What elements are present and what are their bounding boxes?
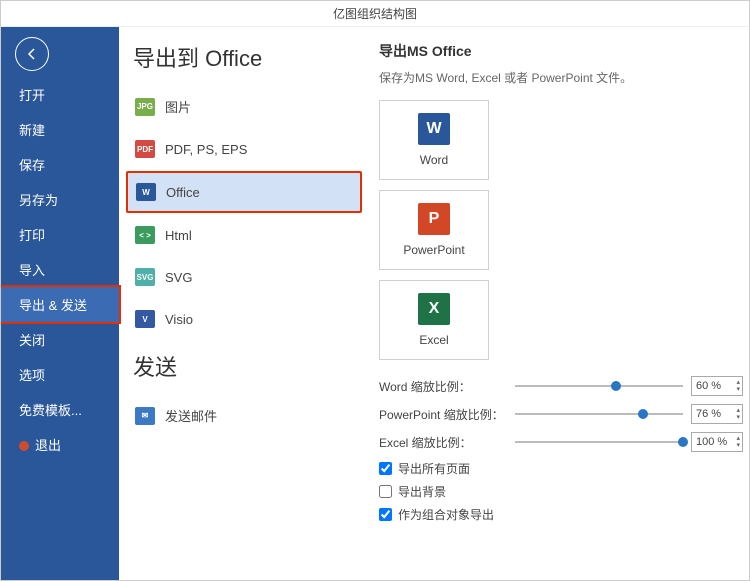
- title-bar: 亿图组织结构图: [1, 1, 749, 27]
- sidebar-item-label: 退出: [35, 438, 61, 453]
- checkbox-label: 作为组合对象导出: [398, 506, 494, 523]
- checkbox[interactable]: [379, 508, 392, 521]
- export-item-label: PDF, PS, EPS: [165, 142, 247, 157]
- spinner-arrows-icon[interactable]: ▴▾: [736, 435, 740, 449]
- export-item-label: Office: [166, 185, 200, 200]
- checkbox[interactable]: [379, 485, 392, 498]
- sidebar-item-label: 打开: [19, 88, 45, 103]
- exit-icon: [19, 441, 29, 451]
- slider-label: Excel 缩放比例：: [379, 434, 507, 451]
- zoom-slider[interactable]: [515, 407, 683, 421]
- detail-heading: 导出MS Office: [379, 41, 743, 61]
- target-word[interactable]: W Word: [379, 100, 489, 180]
- target-label: PowerPoint: [403, 243, 464, 257]
- target-ppt[interactable]: P PowerPoint: [379, 190, 489, 270]
- arrow-left-icon: [24, 46, 40, 62]
- send-item-label: 发送邮件: [165, 406, 217, 425]
- excel-icon: X: [418, 293, 450, 325]
- send-heading: 发送: [133, 350, 367, 382]
- sidebar-item-10[interactable]: 退出: [1, 427, 119, 462]
- slider-label: PowerPoint 缩放比例：: [379, 406, 507, 423]
- spinner-arrows-icon[interactable]: ▴▾: [736, 379, 740, 393]
- sidebar-item-0[interactable]: 打开: [1, 77, 119, 112]
- export-heading: 导出到 Office: [133, 41, 367, 73]
- checkbox-label: 导出背景: [398, 483, 446, 500]
- export-item-label: Visio: [165, 312, 193, 327]
- zoom-value: 100 %: [696, 436, 727, 448]
- visio-icon: V: [135, 310, 155, 328]
- export-column: 导出到 Office JPG 图片 PDF PDF, PS, EPS W Office < …: [119, 27, 367, 580]
- sidebar-item-label: 选项: [19, 368, 45, 383]
- zoom-input[interactable]: 76 % ▴▾: [691, 404, 743, 424]
- zoom-slider[interactable]: [515, 435, 683, 449]
- zoom-input[interactable]: 60 % ▴▾: [691, 376, 743, 396]
- sidebar-item-label: 打印: [19, 228, 45, 243]
- sidebar-item-3[interactable]: 另存为: [1, 182, 119, 217]
- sidebar-item-label: 保存: [19, 158, 45, 173]
- export-item-label: 图片: [165, 97, 191, 116]
- sidebar-item-8[interactable]: 选项: [1, 357, 119, 392]
- export-item-label: Html: [165, 228, 192, 243]
- ppt-icon: P: [418, 203, 450, 235]
- sidebar-item-9[interactable]: 免费模板...: [1, 392, 119, 427]
- sidebar-item-7[interactable]: 关闭: [1, 322, 119, 357]
- back-button[interactable]: [15, 37, 49, 71]
- spinner-arrows-icon[interactable]: ▴▾: [736, 407, 740, 421]
- office-icon: W: [136, 183, 156, 201]
- sidebar-item-label: 关闭: [19, 333, 45, 348]
- export-item-1[interactable]: PDF PDF, PS, EPS: [127, 130, 361, 168]
- target-excel[interactable]: X Excel: [379, 280, 489, 360]
- sidebar-item-4[interactable]: 打印: [1, 217, 119, 252]
- svg-icon: SVG: [135, 268, 155, 286]
- sidebar: 打开新建保存另存为打印导入导出 & 发送关闭选项免费模板... 退出: [1, 27, 119, 580]
- sidebar-item-2[interactable]: 保存: [1, 147, 119, 182]
- slider-label: Word 缩放比例：: [379, 378, 507, 395]
- detail-column: 导出MS Office 保存为MS Word, Excel 或者 PowerPo…: [367, 27, 749, 580]
- sidebar-item-label: 另存为: [19, 193, 58, 208]
- word-icon: W: [418, 113, 450, 145]
- jpg-icon: JPG: [135, 98, 155, 116]
- check-row-1: 导出背景: [379, 483, 743, 500]
- target-label: Excel: [419, 333, 448, 347]
- export-item-label: SVG: [165, 270, 192, 285]
- send-item-0[interactable]: ✉ 发送邮件: [127, 396, 361, 435]
- window-title: 亿图组织结构图: [333, 5, 417, 22]
- check-row-0: 导出所有页面: [379, 460, 743, 477]
- zoom-value: 60 %: [696, 380, 721, 392]
- zoom-value: 76 %: [696, 408, 721, 420]
- sidebar-item-label: 新建: [19, 123, 45, 138]
- sidebar-item-label: 免费模板...: [19, 403, 82, 418]
- export-item-4[interactable]: SVG SVG: [127, 258, 361, 296]
- mail-icon: ✉: [135, 407, 155, 425]
- sidebar-item-5[interactable]: 导入: [1, 252, 119, 287]
- slider-row-1: PowerPoint 缩放比例： 76 % ▴▾: [379, 404, 743, 424]
- export-item-3[interactable]: < > Html: [127, 216, 361, 254]
- sidebar-item-1[interactable]: 新建: [1, 112, 119, 147]
- checkbox[interactable]: [379, 462, 392, 475]
- zoom-input[interactable]: 100 % ▴▾: [691, 432, 743, 452]
- checkbox-label: 导出所有页面: [398, 460, 470, 477]
- export-item-0[interactable]: JPG 图片: [127, 87, 361, 126]
- zoom-slider[interactable]: [515, 379, 683, 393]
- export-item-2[interactable]: W Office: [127, 172, 361, 212]
- slider-row-0: Word 缩放比例： 60 % ▴▾: [379, 376, 743, 396]
- export-item-5[interactable]: V Visio: [127, 300, 361, 338]
- target-label: Word: [420, 153, 448, 167]
- sidebar-item-6[interactable]: 导出 & 发送: [1, 287, 119, 322]
- pdf-icon: PDF: [135, 140, 155, 158]
- check-row-2: 作为组合对象导出: [379, 506, 743, 523]
- html-icon: < >: [135, 226, 155, 244]
- sidebar-item-label: 导出 & 发送: [19, 298, 87, 313]
- detail-desc: 保存为MS Word, Excel 或者 PowerPoint 文件。: [379, 69, 743, 86]
- sidebar-item-label: 导入: [19, 263, 45, 278]
- slider-row-2: Excel 缩放比例： 100 % ▴▾: [379, 432, 743, 452]
